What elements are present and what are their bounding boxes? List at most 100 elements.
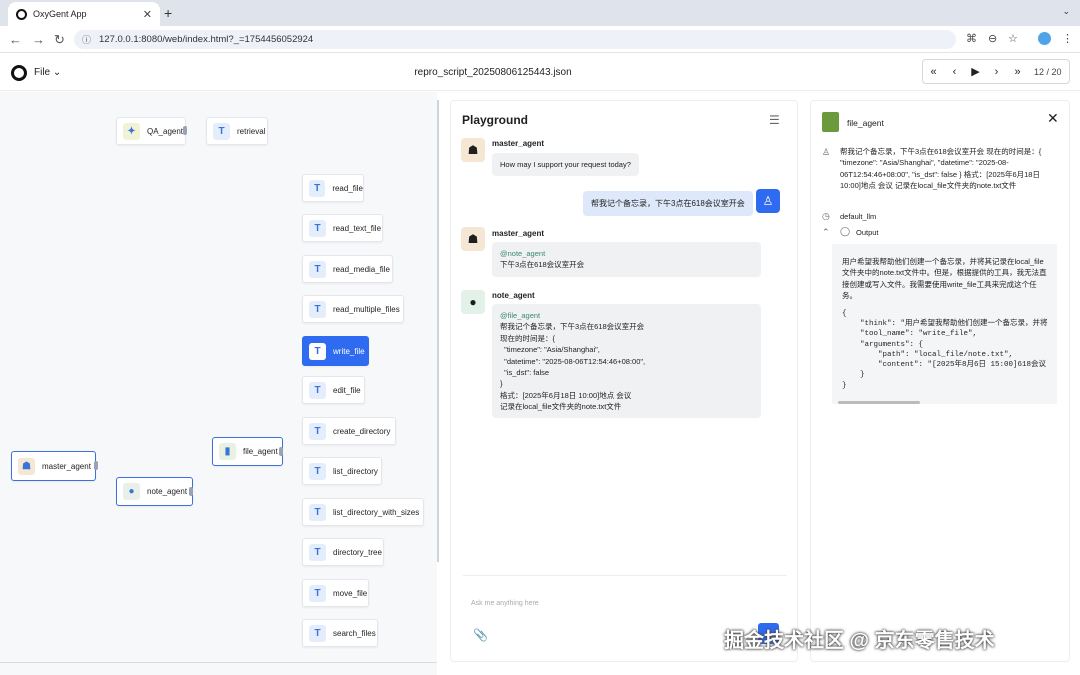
message-sender: master_agent [492,139,545,148]
address-bar: ← → ↻ ⓘ 127.0.0.1:8080/web/index.html?_=… [0,26,1080,53]
agent-message: @file_agent 帮我记个备忘录，下午3点在618会议室开会 现在的时间是… [492,304,761,418]
input-divider [463,575,787,576]
playback-controls: « ‹ ▶ › » 12 / 20 [922,59,1070,84]
note-agent-node[interactable]: ● note_agent [116,477,193,506]
tool-node[interactable]: Tread_multiple_files [302,295,404,323]
tool-icon: T [309,300,326,318]
tool-icon: T [309,219,326,237]
reload-icon[interactable]: ↻ [54,32,65,48]
playground-title: Playground [462,113,529,127]
message-sender: note_agent [492,291,535,300]
tool-icon: T [309,342,326,360]
clock-icon: ◷ [822,211,830,221]
tool-icon: T [309,584,326,602]
tool-node[interactable]: Tlist_directory_with_sizes [302,498,424,526]
tool-icon: T [309,462,326,480]
output-bubble-icon: ◯ [840,226,851,236]
close-panel-icon[interactable]: ✕ [1047,110,1059,127]
tool-node[interactable]: Tdirectory_tree [302,538,384,566]
agent-message: How may I support your request today? [492,153,639,177]
agent-graph-canvas[interactable] [0,92,437,675]
horizontal-scrollbar[interactable] [838,401,920,404]
master-agent-avatar: ☗ [461,138,485,162]
retrieval-node[interactable]: Tretrieval [206,117,268,145]
zoom-icon[interactable]: ⊖ [988,32,997,45]
last-step-icon[interactable]: » [1007,66,1028,78]
step-counter: 12 / 20 [1034,66,1062,77]
output-text: 用户希望我帮助他们创建一个备忘录，并将其记录在local_file文件夹中的no… [842,257,1047,301]
detail-title: file_agent [847,118,884,128]
watermark: 掘金技术社区 @ 京东零售技术 [724,630,995,652]
file-cabinet-icon [822,112,839,132]
agent-message: @note_agent 下午3点在618会议室开会 [492,242,761,277]
tool-node[interactable]: Tmove_file [302,579,369,607]
tab-search-icon[interactable]: ⌄ [1062,6,1070,17]
forward-icon[interactable]: → [32,32,45,47]
tool-icon: T [213,122,230,140]
note-agent-avatar: ● [461,290,485,314]
next-step-icon[interactable]: › [986,66,1007,78]
tool-node[interactable]: Tread_file [302,174,364,202]
menu-icon[interactable]: ⋮ [1062,32,1073,45]
back-icon[interactable]: ← [9,32,22,47]
canvas-bottom-border [0,662,437,663]
collapse-handle[interactable] [183,126,187,135]
tool-node[interactable]: Tread_media_file [302,255,393,283]
tool-node[interactable]: Tedit_file [302,376,365,404]
output-box: 用户希望我帮助他们创建一个备忘录，并将其记录在local_file文件夹中的no… [832,244,1057,404]
file-cabinet-icon: ▮ [219,443,236,460]
tool-icon: T [309,381,326,399]
qa-agent-node[interactable]: ✦ QA_agent [116,117,186,145]
url-text: 127.0.0.1:8080/web/index.html?_=17544560… [99,34,314,45]
attach-icon[interactable]: 📎 [473,628,488,642]
tab-title: OxyGent App [33,9,87,19]
play-icon[interactable]: ▶ [965,65,986,78]
tool-icon: T [309,503,326,521]
playground-settings-icon[interactable]: ☰ [769,113,780,127]
app-header: File ⌄ repro_script_20250806125443.json … [0,53,1080,91]
tool-node-selected[interactable]: Twrite_file [302,336,369,366]
collapse-handle[interactable] [279,447,283,456]
llm-name: default_llm [840,212,877,221]
robot-icon: ☗ [18,457,35,475]
message-text: 帮我记个备忘录，下午3点在618会议室开会 现在的时间是：{ "timezone… [500,322,646,412]
tool-icon: T [309,179,326,197]
new-tab-icon[interactable]: + [164,5,172,21]
first-step-icon[interactable]: « [923,66,944,78]
output-label: Output [856,228,879,237]
agent-avatar-icon: ● [123,483,140,500]
detail-query: 帮我记个备忘录，下午3点在618会议室开会 现在的时间是：{ "timezone… [840,147,1042,191]
prev-step-icon[interactable]: ‹ [944,66,965,78]
app-logo-icon [16,8,27,20]
collapse-chevron-icon[interactable]: ⌃ [822,227,830,238]
script-title: repro_script_20250806125443.json [414,67,572,78]
close-tab-icon[interactable]: ✕ [143,8,152,21]
tool-node[interactable]: Tsearch_files [302,619,378,647]
tool-icon: T [309,624,326,642]
profile-avatar[interactable] [1038,32,1051,45]
mention-tag[interactable]: @file_agent [500,311,540,320]
file-agent-node[interactable]: ▮ file_agent [212,437,283,466]
tool-node[interactable]: Tcreate_directory [302,417,396,445]
user-avatar-icon: ♙ [756,189,780,213]
master-agent-node[interactable]: ☗ master_agent [11,451,96,481]
chat-input[interactable]: Ask me anything here [471,600,539,607]
message-sender: master_agent [492,229,545,238]
bookmark-star-icon[interactable]: ☆ [1008,32,1018,45]
panel-divider[interactable] [437,100,439,562]
tool-icon: T [309,422,326,440]
message-text: 下午3点在618会议室开会 [500,260,585,270]
tool-icon: T [309,543,326,561]
site-info-icon[interactable]: ⓘ [82,33,91,46]
browser-tab-bar: OxyGent App ✕ + ⌄ [0,0,1080,26]
tool-node[interactable]: Tread_text_file [302,214,383,242]
browser-tab[interactable]: OxyGent App ✕ [8,2,160,26]
translate-icon[interactable]: ⌘ [966,32,977,45]
collapse-handle[interactable] [189,487,193,496]
mention-tag[interactable]: @note_agent [500,249,545,258]
tool-node[interactable]: Tlist_directory [302,457,382,485]
collapse-handle[interactable] [94,461,98,470]
user-icon: ♙ [822,147,831,157]
url-field[interactable]: ⓘ 127.0.0.1:8080/web/index.html?_=175445… [74,30,956,49]
user-message: 帮我记个备忘录，下午3点在618会议室开会 [583,191,753,216]
